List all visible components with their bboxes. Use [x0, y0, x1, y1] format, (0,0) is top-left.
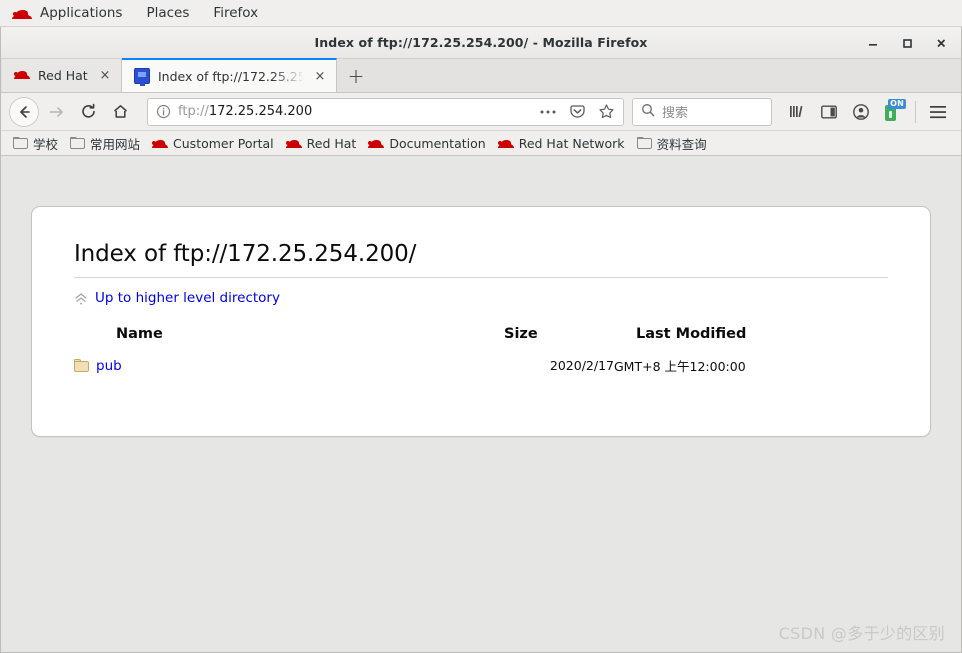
tab-red-hat[interactable]: Red Hat × [2, 59, 122, 92]
page-title: Index of ftp://172.25.254.200/ [74, 241, 888, 278]
panel-item-applications[interactable]: Applications [8, 0, 134, 26]
red-hat-logo-icon [12, 7, 32, 20]
extension-bottle-icon[interactable]: ON [878, 97, 908, 127]
folder-icon [74, 359, 89, 372]
new-tab-button[interactable]: + [337, 59, 375, 92]
star-icon[interactable] [595, 101, 617, 123]
directory-table: Name Size Last Modified pub 2020/2/17 GM… [74, 326, 888, 375]
back-arrow-icon[interactable] [9, 96, 39, 127]
monitor-favicon [134, 68, 150, 86]
cell-size-and-date: 2020/2/17 [549, 358, 614, 373]
close-icon[interactable]: × [97, 68, 113, 84]
close-icon[interactable] [927, 30, 955, 56]
red-hat-favicon [285, 137, 302, 149]
firefox-window: Index of ftp://172.25.254.200/ - Mozilla… [0, 27, 962, 653]
red-hat-favicon [368, 137, 385, 149]
column-header-last-modified[interactable]: Last Modified [614, 326, 888, 356]
library-icon[interactable] [782, 97, 812, 127]
toolbar-separator [915, 100, 916, 123]
navigation-toolbar: ftp://172.25.254.200 搜索 ON [1, 93, 961, 131]
url-bar[interactable]: ftp://172.25.254.200 [147, 97, 624, 126]
ellipsis-icon[interactable] [537, 101, 559, 123]
home-icon[interactable] [105, 97, 135, 127]
reload-icon[interactable] [73, 97, 103, 127]
table-row[interactable]: pub 2020/2/17 GMT+8 上午12:00:00 [74, 356, 888, 375]
up-directory-link[interactable]: Up to higher level directory [95, 290, 280, 306]
page-viewport: Index of ftp://172.25.254.200/ Up to hig… [1, 156, 961, 652]
panel-item-label: Applications [40, 5, 123, 21]
panel-item-firefox[interactable]: Firefox [201, 0, 270, 26]
red-hat-favicon [14, 68, 30, 84]
tab-strip: Red Hat × Index of ftp://172.25.254.200/… [1, 58, 961, 93]
bookmark-label: 常用网站 [90, 136, 141, 152]
table-header-row: Name Size Last Modified [74, 326, 888, 356]
bookmark-item-xuexiao[interactable]: 学校 [7, 132, 64, 154]
column-header-size[interactable]: Size [504, 326, 614, 356]
extension-badge: ON [888, 98, 906, 109]
url-host: 172.25.254.200 [208, 104, 313, 119]
bookmarks-toolbar: 学校 常用网站 Customer Portal Red Hat Document… [1, 131, 961, 156]
bookmark-label: 学校 [33, 136, 59, 152]
up-chevron-icon [74, 291, 88, 305]
window-controls [859, 27, 955, 59]
folder-icon [70, 137, 86, 149]
info-circle-icon[interactable] [156, 104, 171, 119]
bookmark-item-red-hat-network[interactable]: Red Hat Network [492, 132, 631, 154]
search-box[interactable]: 搜索 [632, 97, 772, 126]
pocket-icon[interactable] [566, 101, 588, 123]
search-icon [641, 102, 655, 121]
folder-icon [636, 137, 652, 149]
url-scheme: ftp:// [178, 104, 209, 119]
red-hat-favicon [497, 137, 514, 149]
url-input[interactable]: ftp://172.25.254.200 [178, 104, 530, 119]
bookmark-item-red-hat[interactable]: Red Hat [280, 132, 363, 154]
directory-listing-card: Index of ftp://172.25.254.200/ Up to hig… [31, 206, 931, 437]
bookmark-label: Documentation [389, 135, 486, 151]
maximize-icon[interactable] [893, 30, 921, 56]
window-titlebar: Index of ftp://172.25.254.200/ - Mozilla… [1, 27, 961, 59]
toolbar-actions: ON [782, 97, 953, 127]
minimize-icon[interactable] [859, 30, 887, 56]
bookmark-item-ziliaochaxun[interactable]: 资料查询 [631, 132, 713, 154]
tab-ftp-index[interactable]: Index of ftp://172.25.254.200/ × [122, 58, 337, 92]
bookmark-label: Customer Portal [173, 135, 274, 151]
sidebar-icon[interactable] [814, 97, 844, 127]
close-icon[interactable]: × [312, 68, 328, 84]
search-input[interactable]: 搜索 [662, 102, 688, 121]
cell-name: pub [74, 356, 504, 375]
bookmark-item-customer-portal[interactable]: Customer Portal [146, 132, 280, 154]
panel-item-places[interactable]: Places [134, 0, 201, 26]
watermark: CSDN @多于少的区别 [778, 624, 945, 643]
bookmark-label: 资料查询 [656, 136, 707, 152]
cell-modified-time: GMT+8 上午12:00:00 [614, 359, 746, 374]
bookmark-label: Red Hat [306, 135, 357, 151]
bookmark-item-changyongwangzhan[interactable]: 常用网站 [64, 132, 146, 154]
hamburger-menu-icon[interactable] [923, 97, 953, 127]
window-title: Index of ftp://172.25.254.200/ - Mozilla… [314, 35, 648, 50]
account-icon[interactable] [846, 97, 876, 127]
forward-arrow-icon [41, 97, 71, 127]
desktop-top-panel: Applications Places Firefox [0, 0, 962, 27]
table-body: pub 2020/2/17 GMT+8 上午12:00:00 [74, 356, 888, 375]
bookmark-item-documentation[interactable]: Documentation [362, 132, 491, 154]
table-header: Name Size Last Modified [74, 326, 888, 356]
file-link[interactable]: pub [96, 358, 122, 374]
tab-title: Red Hat [38, 68, 88, 83]
red-hat-favicon [152, 137, 169, 149]
tab-title: Index of ftp://172.25.254.200/ [158, 68, 304, 84]
bookmark-label: Red Hat Network [518, 135, 625, 151]
folder-icon [13, 137, 28, 149]
up-directory-row[interactable]: Up to higher level directory [74, 290, 888, 306]
column-header-name[interactable]: Name [74, 326, 504, 356]
